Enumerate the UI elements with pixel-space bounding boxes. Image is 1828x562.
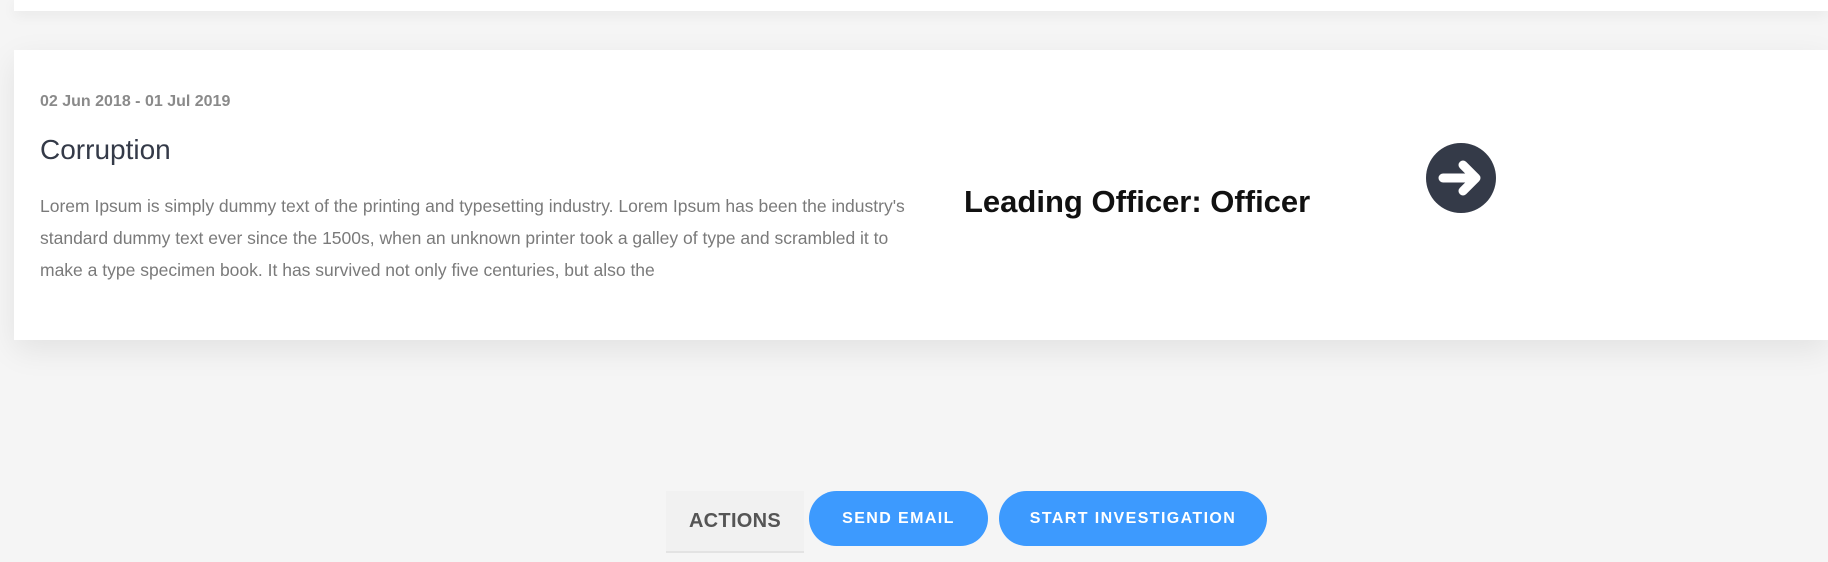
actions-label: ACTIONS bbox=[666, 491, 804, 553]
case-description: Lorem Ipsum is simply dummy text of the … bbox=[40, 196, 905, 280]
previous-case-card bbox=[14, 0, 1828, 11]
start-investigation-button[interactable]: START INVESTIGATION bbox=[999, 491, 1267, 546]
leading-officer: Leading Officer: Officer bbox=[964, 184, 1311, 219]
case-title: Corruption bbox=[40, 134, 171, 165]
send-email-button[interactable]: SEND EMAIL bbox=[809, 491, 988, 546]
case-list-page: 02 Jun 2018 - 01 Jul 2019 Corruption Lor… bbox=[0, 0, 1828, 562]
case-date-range: 02 Jun 2018 - 01 Jul 2019 bbox=[40, 93, 231, 110]
arrow-circle-right-icon bbox=[1438, 160, 1481, 196]
open-case-button[interactable] bbox=[1426, 143, 1496, 213]
case-card: 02 Jun 2018 - 01 Jul 2019 Corruption Lor… bbox=[14, 50, 1828, 340]
